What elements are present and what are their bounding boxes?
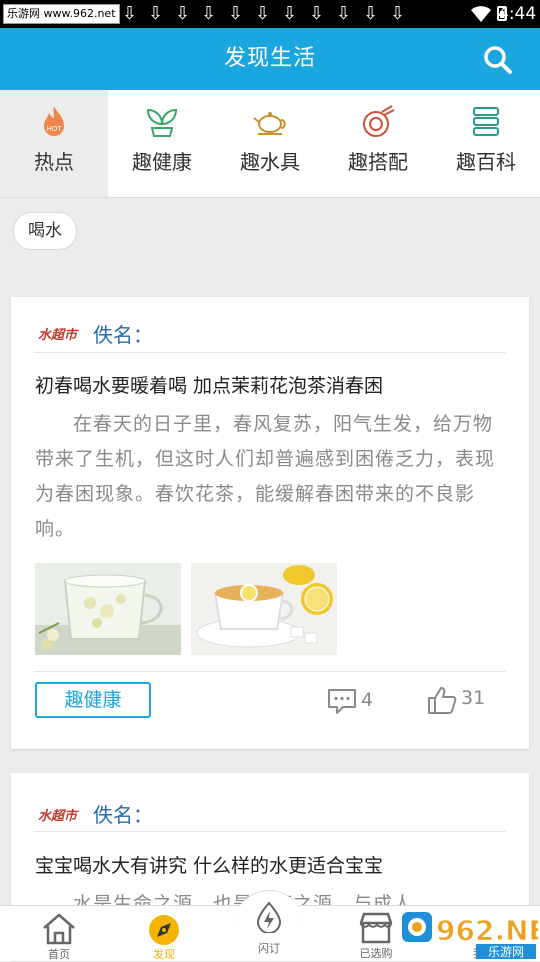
- thumbs-up-icon: [428, 687, 457, 714]
- page-title: 发现生活: [223, 46, 316, 71]
- comment-icon: [328, 689, 356, 714]
- download-icon: ⇩: [201, 3, 217, 24]
- article-card[interactable]: 水超市 佚名： 初春喝水要暖着喝 加点茉莉花泡茶消春困 在春天的日子里，春风复苏…: [11, 297, 529, 749]
- wifi-icon: [471, 6, 491, 22]
- tab-label: 闪订: [258, 942, 280, 955]
- tab-discover[interactable]: 发现: [110, 906, 218, 961]
- source-logo: 水超市: [38, 328, 78, 343]
- watermark-sub: 乐游网: [488, 945, 524, 959]
- watermark-text: 962.NET: [436, 914, 538, 947]
- hot-badge: HOT: [46, 125, 62, 133]
- download-icon: ⇩: [122, 3, 138, 24]
- tab-health[interactable]: 趣健康: [108, 90, 216, 197]
- tab-label: 趣搭配: [348, 150, 408, 174]
- download-icon: ⇩: [228, 3, 244, 24]
- watermark-logo: 962.NET 乐游网: [402, 912, 538, 959]
- download-icon: ⇩: [309, 3, 325, 24]
- comment-count: 4: [361, 689, 374, 711]
- tab-encyclopedia[interactable]: 趣百科: [432, 90, 540, 197]
- download-icon: ⇩: [336, 3, 352, 24]
- leaf-icon: [146, 108, 178, 137]
- download-icon: ⇩: [148, 3, 164, 24]
- article-title[interactable]: 初春喝水要暖着喝 加点茉莉花泡茶消春困: [35, 371, 383, 398]
- divider: [34, 352, 506, 353]
- download-icon: ⇩: [282, 3, 298, 24]
- category-tabs: HOT 热点 趣健康 趣水具 趣搭配 趣百科: [0, 90, 540, 198]
- filter-tag[interactable]: 喝水: [13, 212, 77, 250]
- source-name: 佚名：: [93, 323, 153, 347]
- tab-label: 趣水具: [240, 150, 300, 174]
- divider: [34, 831, 506, 832]
- app-header: 发现生活: [0, 28, 540, 90]
- tab-water-ware[interactable]: 趣水具: [216, 90, 324, 197]
- article-category-button[interactable]: 趣健康: [35, 682, 151, 718]
- compass-icon: [149, 915, 179, 945]
- store-icon: [359, 912, 393, 944]
- article-thumbnail-jasmine-tea[interactable]: [35, 563, 181, 655]
- tab-label: 趣百科: [456, 150, 516, 174]
- download-icon: ⇩: [363, 3, 379, 24]
- status-time: 4:44: [498, 4, 537, 24]
- tab-hot[interactable]: HOT 热点: [0, 90, 108, 197]
- status-bar: 乐游网 www.962.net ⇩ ⇩ ⇩ ⇩ ⇩ ⇩ ⇩ ⇩ ⇩ ⇩ ⇩ 4:…: [0, 0, 540, 28]
- download-icon: ⇩: [255, 3, 271, 24]
- article-excerpt: 在春天的日子里，春风复苏，阳气生发，给万物带来了生机，但这时人们却普遍感到困倦乏…: [35, 413, 496, 540]
- like-count: 31: [461, 687, 486, 709]
- divider: [34, 671, 506, 672]
- tab-home[interactable]: 首页: [5, 906, 113, 961]
- tab-pairing[interactable]: 趣搭配: [324, 90, 432, 197]
- article-title[interactable]: 宝宝喝水大有讲究 什么样的水更适合宝宝: [35, 851, 383, 878]
- home-icon: [43, 913, 75, 945]
- bowl-icon: [363, 105, 395, 137]
- hot-flame-icon: HOT: [44, 106, 64, 136]
- teapot-icon: [253, 112, 286, 135]
- download-icon: ⇩: [390, 3, 406, 24]
- tab-label: 趣健康: [132, 150, 192, 174]
- article-thumbnail-lemon-tea[interactable]: [191, 563, 337, 655]
- search-icon[interactable]: [482, 44, 514, 76]
- site-label: 乐游网 www.962.net: [3, 4, 120, 24]
- source-name: 佚名：: [93, 803, 153, 827]
- download-icon: ⇩: [175, 3, 191, 24]
- lightning-drop-icon: [256, 901, 282, 933]
- site-watermark: 962.NET 乐游网: [400, 910, 538, 960]
- bookshelf-icon: [473, 107, 499, 136]
- source-logo: 水超市: [38, 809, 78, 824]
- tab-label: 热点: [34, 150, 74, 174]
